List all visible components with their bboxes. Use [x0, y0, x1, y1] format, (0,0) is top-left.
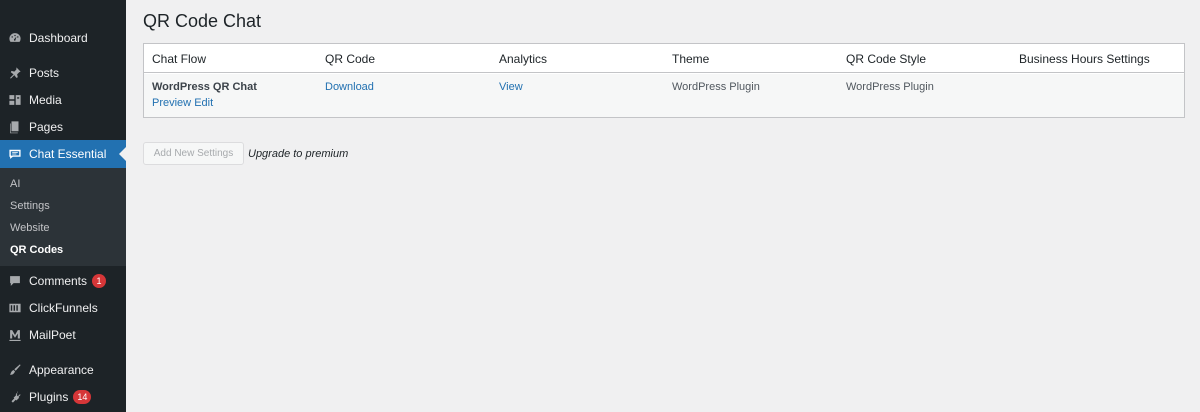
theme-value: WordPress Plugin — [672, 81, 760, 93]
menu-item-pages[interactable]: Pages — [0, 113, 126, 141]
preview-link[interactable]: Preview — [152, 97, 191, 109]
column-header-qr-code-style: QR Code Style — [846, 52, 927, 66]
page-title: QR Code Chat — [143, 11, 262, 31]
submenu-item-qr-codes[interactable]: QR Codes — [10, 244, 63, 256]
add-new-settings-button[interactable]: Add New Settings — [143, 142, 244, 165]
comment-icon — [8, 274, 22, 288]
menu-item-comments[interactable]: Comments 1 — [0, 267, 126, 295]
brush-icon — [8, 363, 22, 377]
column-header-business-hours: Business Hours Settings — [1019, 52, 1150, 66]
column-header-qr-code: QR Code — [325, 52, 376, 66]
column-header-theme: Theme — [672, 52, 710, 66]
clickfunnels-icon — [8, 301, 22, 315]
menu-item-chat-essential[interactable]: Chat Essential — [0, 140, 126, 168]
menu-label: Posts — [29, 66, 60, 80]
chat-icon — [8, 147, 22, 161]
submenu-item-settings[interactable]: Settings — [10, 200, 50, 212]
mailpoet-icon — [8, 328, 22, 342]
table-header: Chat Flow QR Code Analytics Theme QR Cod… — [144, 44, 1184, 73]
row-actions: Preview Edit — [152, 97, 213, 109]
plugin-icon — [8, 390, 22, 404]
upgrade-to-premium-text: Upgrade to premium — [248, 148, 349, 160]
menu-label: Dashboard — [29, 31, 88, 45]
menu-label: MailPoet — [29, 328, 76, 342]
chat-essential-submenu: AI Settings Website QR Codes — [0, 168, 126, 266]
comments-count-badge: 1 — [92, 274, 107, 288]
menu-label: Chat Essential — [29, 147, 107, 161]
qr-style-value: WordPress Plugin — [846, 81, 934, 93]
download-qr-link[interactable]: Download — [325, 81, 374, 93]
view-analytics-link[interactable]: View — [499, 81, 523, 93]
menu-item-plugins[interactable]: Plugins 14 — [0, 383, 126, 411]
pages-icon — [8, 120, 22, 134]
dashboard-icon — [8, 31, 22, 45]
qr-settings-table: Chat Flow QR Code Analytics Theme QR Cod… — [143, 43, 1185, 118]
menu-label: Comments — [29, 274, 88, 288]
menu-item-appearance[interactable]: Appearance — [0, 356, 126, 384]
column-header-analytics: Analytics — [499, 52, 548, 66]
menu-label: Appearance — [29, 363, 94, 377]
menu-item-media[interactable]: Media — [0, 86, 126, 114]
menu-label: ClickFunnels — [29, 301, 98, 315]
menu-item-dashboard[interactable]: Dashboard — [0, 24, 126, 52]
menu-item-mailpoet[interactable]: MailPoet — [0, 321, 126, 349]
submenu-item-website[interactable]: Website — [10, 222, 50, 234]
table-row: WordPress QR Chat Preview Edit Download … — [144, 74, 1184, 117]
menu-label: Media — [29, 93, 62, 107]
menu-label: Pages — [29, 120, 64, 134]
plugins-update-badge: 14 — [73, 390, 92, 404]
media-icon — [8, 93, 22, 107]
menu-label: Plugins — [29, 390, 69, 404]
column-header-chat-flow: Chat Flow — [152, 52, 207, 66]
menu-item-clickfunnels[interactable]: ClickFunnels — [0, 294, 126, 322]
edit-link[interactable]: Edit — [194, 97, 213, 109]
chat-flow-name: WordPress QR Chat — [152, 81, 257, 93]
pin-icon — [8, 66, 22, 80]
admin-sidebar: Dashboard Posts Media Pages Chat Essenti… — [0, 0, 126, 412]
menu-item-posts[interactable]: Posts — [0, 59, 126, 87]
submenu-item-ai[interactable]: AI — [10, 178, 20, 190]
